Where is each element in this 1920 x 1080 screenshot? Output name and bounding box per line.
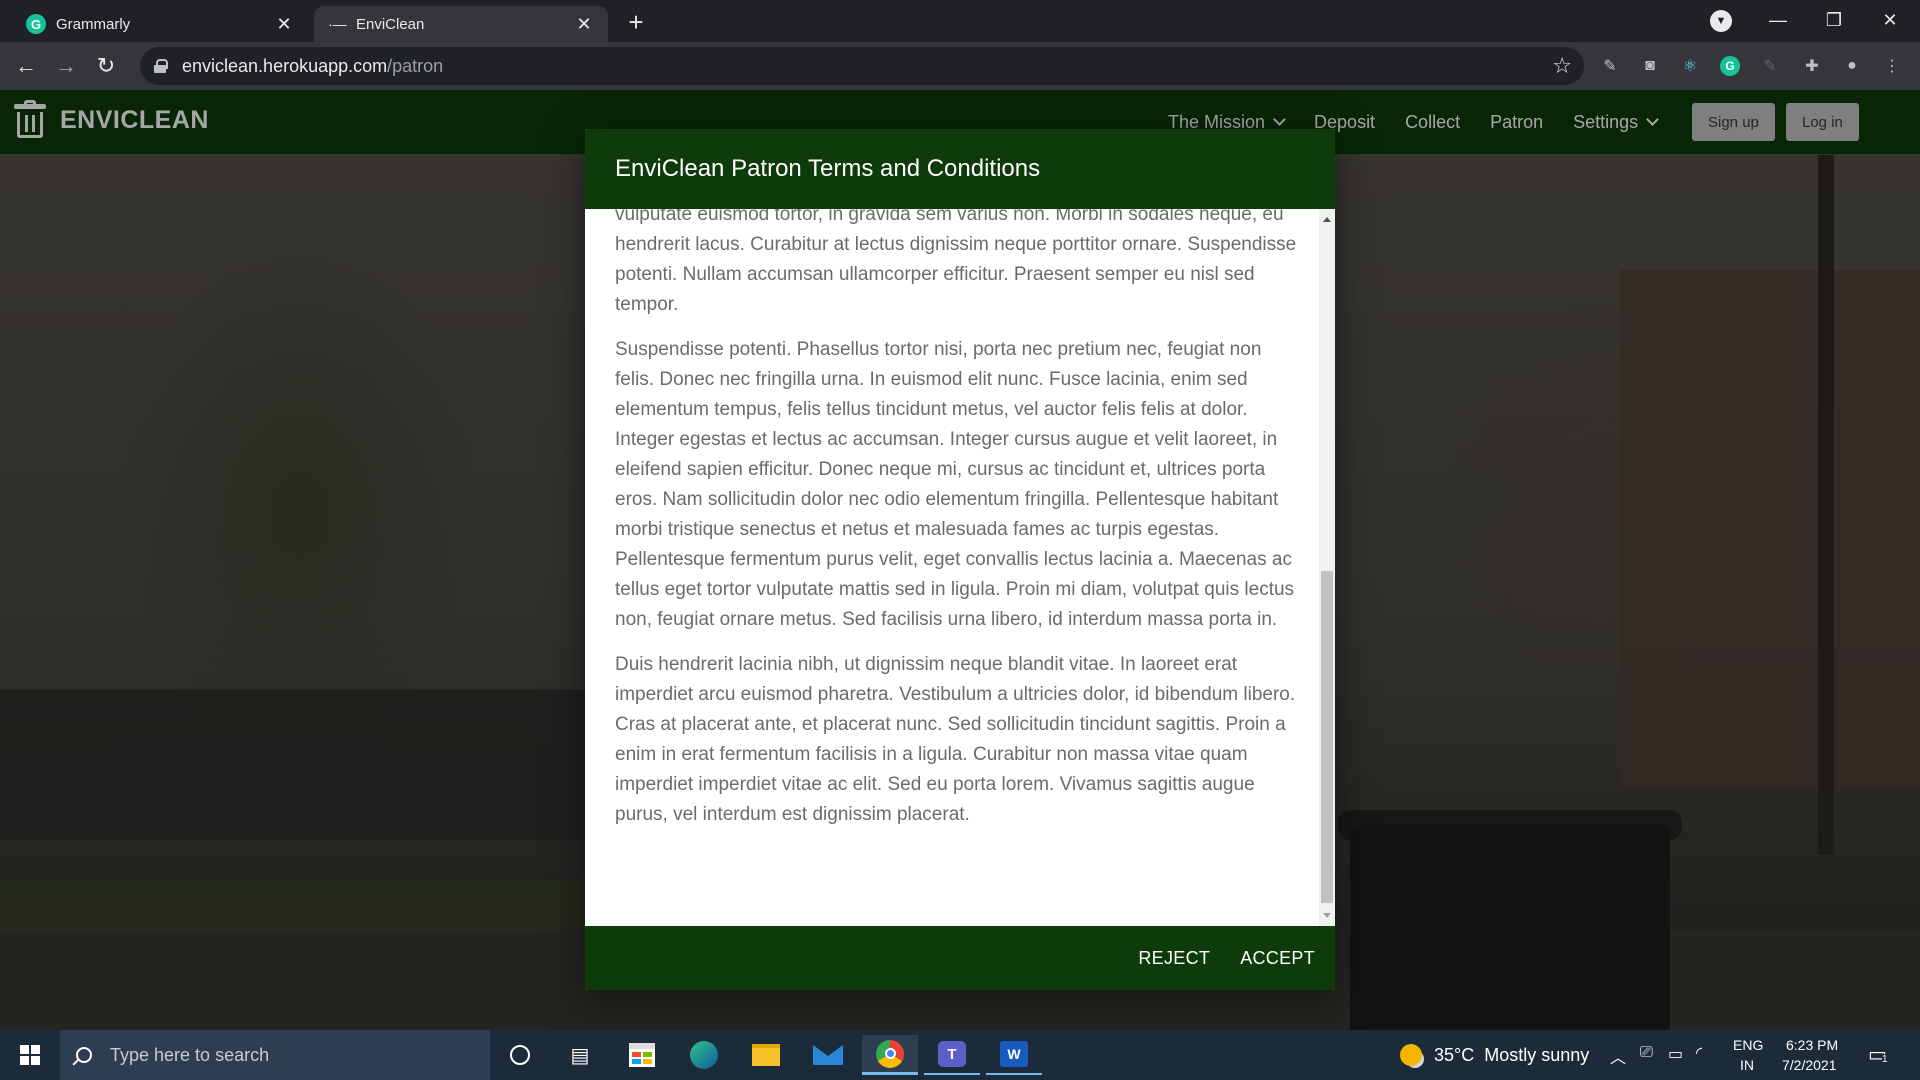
browser-tab-strip: G Grammarly ✕ ·— EnviClean ✕ + ▼ — ❐ ✕ bbox=[0, 0, 1920, 42]
minimize-icon[interactable]: — bbox=[1750, 0, 1806, 40]
windows-taskbar: Type here to search ▤ T W 35°C Mostly su… bbox=[0, 1030, 1920, 1080]
terms-text: vulputate euismod tortor, in gravida sem… bbox=[615, 209, 1305, 845]
partly-sunny-icon bbox=[1400, 1044, 1422, 1066]
terms-modal: EnviClean Patron Terms and Conditions vu… bbox=[585, 129, 1335, 990]
browser-toolbar: ← → ↻ enviclean.herokuapp.com /patron ☆ … bbox=[0, 42, 1920, 90]
wifi-icon[interactable]: ◜ bbox=[1696, 1043, 1702, 1063]
tab-title: EnviClean bbox=[356, 15, 425, 33]
terms-paragraph: Duis hendrerit lacinia nibh, ut dignissi… bbox=[615, 654, 1296, 825]
grammarly-extension-icon[interactable]: G bbox=[1718, 54, 1742, 78]
modal-title: EnviClean Patron Terms and Conditions bbox=[615, 155, 1041, 182]
chrome-icon[interactable] bbox=[862, 1035, 918, 1075]
file-explorer-icon[interactable] bbox=[738, 1035, 794, 1075]
scroll-down-arrow-icon[interactable] bbox=[1323, 913, 1331, 918]
url-host: enviclean.herokuapp.com bbox=[182, 55, 388, 76]
taskbar-search[interactable]: Type here to search bbox=[60, 1030, 490, 1080]
tab-grammarly[interactable]: G Grammarly ✕ bbox=[12, 6, 308, 42]
notification-count: 1 bbox=[1882, 1054, 1888, 1065]
terms-paragraph: vulputate euismod tortor, in gravida sem… bbox=[615, 209, 1297, 315]
language-indicator[interactable]: ENG bbox=[1733, 1037, 1763, 1053]
modal-header: EnviClean Patron Terms and Conditions bbox=[585, 129, 1335, 209]
pen-disabled-icon[interactable]: ✎ bbox=[1758, 54, 1782, 78]
mail-icon[interactable] bbox=[800, 1035, 856, 1075]
search-icon bbox=[76, 1047, 92, 1063]
meet-now-icon[interactable]: ⎚ bbox=[1640, 1044, 1653, 1062]
camera-extension-icon[interactable]: ◙ bbox=[1638, 54, 1662, 78]
weather-widget[interactable]: 35°C Mostly sunny bbox=[1400, 1030, 1589, 1080]
reject-button[interactable]: REJECT bbox=[1138, 948, 1210, 969]
url-path: /patron bbox=[387, 55, 444, 76]
modal-scrollbar[interactable] bbox=[1319, 209, 1335, 926]
back-icon[interactable]: ← bbox=[10, 50, 42, 82]
extensions-puzzle-icon[interactable]: ✚ bbox=[1800, 54, 1824, 78]
tab-search-icon[interactable]: ▼ bbox=[1710, 10, 1732, 32]
scroll-thumb[interactable] bbox=[1321, 571, 1333, 903]
dash-icon: ·— bbox=[328, 16, 347, 32]
terms-paragraph: Suspendisse potenti. Phasellus tortor ni… bbox=[615, 339, 1295, 630]
cortana-icon[interactable] bbox=[492, 1035, 548, 1075]
restore-icon[interactable]: ❐ bbox=[1806, 0, 1862, 40]
forward-icon[interactable]: → bbox=[50, 50, 82, 82]
modal-footer: REJECT ACCEPT bbox=[585, 926, 1335, 990]
store-icon[interactable] bbox=[614, 1035, 670, 1075]
bookmark-star-icon[interactable]: ☆ bbox=[1552, 53, 1572, 79]
accept-button[interactable]: ACCEPT bbox=[1240, 948, 1315, 969]
lock-icon[interactable] bbox=[154, 59, 168, 73]
react-devtools-icon[interactable]: ⚛ bbox=[1678, 54, 1702, 78]
tab-enviclean[interactable]: ·— EnviClean ✕ bbox=[314, 6, 608, 42]
grammarly-icon: G bbox=[26, 14, 46, 34]
tab-close-icon[interactable]: ✕ bbox=[274, 14, 294, 35]
modal-body[interactable]: vulputate euismod tortor, in gravida sem… bbox=[585, 209, 1335, 926]
battery-icon[interactable]: ▭ bbox=[1668, 1044, 1683, 1064]
pen-extension-icon[interactable]: ✎ bbox=[1598, 54, 1622, 78]
start-button[interactable] bbox=[0, 1030, 60, 1080]
word-icon[interactable]: W bbox=[986, 1035, 1042, 1075]
edge-icon[interactable] bbox=[676, 1035, 732, 1075]
weather-text: 35°C Mostly sunny bbox=[1434, 1044, 1590, 1065]
tab-close-icon[interactable]: ✕ bbox=[574, 14, 594, 35]
show-hidden-icons-chevron-icon[interactable]: ︿ bbox=[1610, 1044, 1626, 1068]
address-bar[interactable]: enviclean.herokuapp.com /patron ☆ bbox=[140, 47, 1584, 85]
close-window-icon[interactable]: ✕ bbox=[1862, 0, 1918, 40]
reload-icon[interactable]: ↻ bbox=[90, 50, 122, 82]
clock-time[interactable]: 6:23 PM bbox=[1786, 1037, 1838, 1053]
task-view-icon[interactable]: ▤ bbox=[552, 1035, 608, 1075]
windows-logo-icon bbox=[20, 1045, 40, 1065]
region-indicator[interactable]: IN bbox=[1740, 1057, 1754, 1073]
clock-date[interactable]: 7/2/2021 bbox=[1782, 1057, 1837, 1073]
menu-kebab-icon[interactable]: ⋮ bbox=[1880, 54, 1904, 78]
scroll-up-arrow-icon[interactable] bbox=[1323, 217, 1331, 222]
tab-title: Grammarly bbox=[56, 15, 131, 33]
new-tab-button[interactable]: + bbox=[620, 6, 652, 38]
search-placeholder: Type here to search bbox=[110, 1044, 270, 1065]
profile-icon[interactable]: ● bbox=[1840, 54, 1864, 78]
teams-icon[interactable]: T bbox=[924, 1035, 980, 1075]
